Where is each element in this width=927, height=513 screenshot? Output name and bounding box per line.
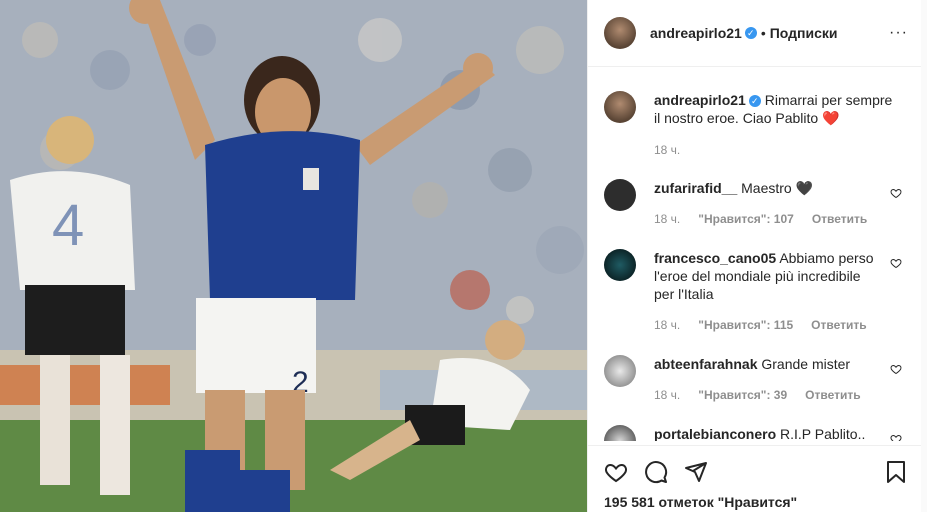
comment-reply-button[interactable]: Ответить (812, 212, 867, 226)
commenter-avatar[interactable] (604, 425, 636, 441)
comment-text: Grande mister (761, 356, 851, 372)
header-separator: • (760, 25, 766, 41)
commenter-avatar[interactable] (604, 249, 636, 281)
comment-time[interactable]: 18 ч. (654, 388, 680, 402)
comment-likes-count[interactable]: "Нравится": 107 (698, 212, 794, 226)
caption-emoji: ❤️ (822, 110, 840, 126)
verified-badge-icon: ✓ (744, 27, 757, 39)
more-options-icon[interactable]: ··· (889, 24, 908, 42)
comment-meta: 18 ч. "Нравится": 107 Ответить (654, 212, 867, 226)
commenter-avatar[interactable] (604, 355, 636, 387)
comment-like-heart-icon[interactable] (890, 363, 902, 375)
comment-text: Maestro 🖤 (741, 180, 814, 196)
author-avatar[interactable] (604, 17, 636, 49)
comment-text: R.I.P Pablito.. (780, 426, 866, 441)
commenter-avatar[interactable] (604, 179, 636, 211)
comment-icon[interactable] (644, 460, 668, 484)
comment-likes-count[interactable]: "Нравится": 115 (698, 318, 793, 332)
comment-reply-button[interactable]: Ответить (805, 388, 860, 402)
svg-text:4: 4 (52, 193, 84, 258)
comment-meta: 18 ч. "Нравится": 39 Ответить (654, 388, 861, 402)
post-photo[interactable]: 4 2 (0, 0, 587, 512)
comments-list[interactable]: andreapirlo21 ✓ Rimarrai per sempre il no… (588, 67, 922, 441)
comment-username[interactable]: francesco_cano05 (654, 250, 776, 266)
post-actions: 195 581 отметок "Нравится" (588, 445, 922, 513)
window-edge (921, 0, 927, 512)
post-sidebar: andreapirlo21 ✓ • Подписки ··· andreapir… (587, 0, 922, 512)
comment-meta: 18 ч. "Нравится": 115 Ответить (654, 318, 867, 332)
author-avatar-caption[interactable] (604, 91, 636, 123)
comment-time[interactable]: 18 ч. (654, 318, 680, 332)
author-username[interactable]: andreapirlo21 (650, 25, 742, 41)
comment-username[interactable]: abteenfarahnak (654, 356, 757, 372)
bookmark-icon[interactable] (884, 460, 908, 484)
heart-icon[interactable] (604, 460, 628, 484)
share-icon[interactable] (684, 460, 708, 484)
caption-time[interactable]: 18 ч. (654, 143, 680, 157)
following-button[interactable]: Подписки (770, 25, 838, 41)
comment-username[interactable]: zufarirafid__ (654, 180, 737, 196)
comment-reply-button[interactable]: Ответить (811, 318, 866, 332)
comment-likes-count[interactable]: "Нравится": 39 (698, 388, 787, 402)
comment-like-heart-icon[interactable] (890, 187, 902, 199)
comment-like-heart-icon[interactable] (890, 433, 902, 441)
likes-count[interactable]: 195 581 отметок "Нравится" (604, 494, 797, 510)
verified-badge-icon: ✓ (748, 95, 761, 108)
comment-username[interactable]: portalebianconero (654, 426, 776, 441)
comment-like-heart-icon[interactable] (890, 257, 902, 269)
post-header: andreapirlo21 ✓ • Подписки ··· (588, 0, 922, 67)
caption-meta: 18 ч. (654, 143, 680, 157)
caption-username[interactable]: andreapirlo21 (654, 92, 746, 108)
photo-artwork: 4 2 (0, 0, 587, 512)
comment-time[interactable]: 18 ч. (654, 212, 680, 226)
